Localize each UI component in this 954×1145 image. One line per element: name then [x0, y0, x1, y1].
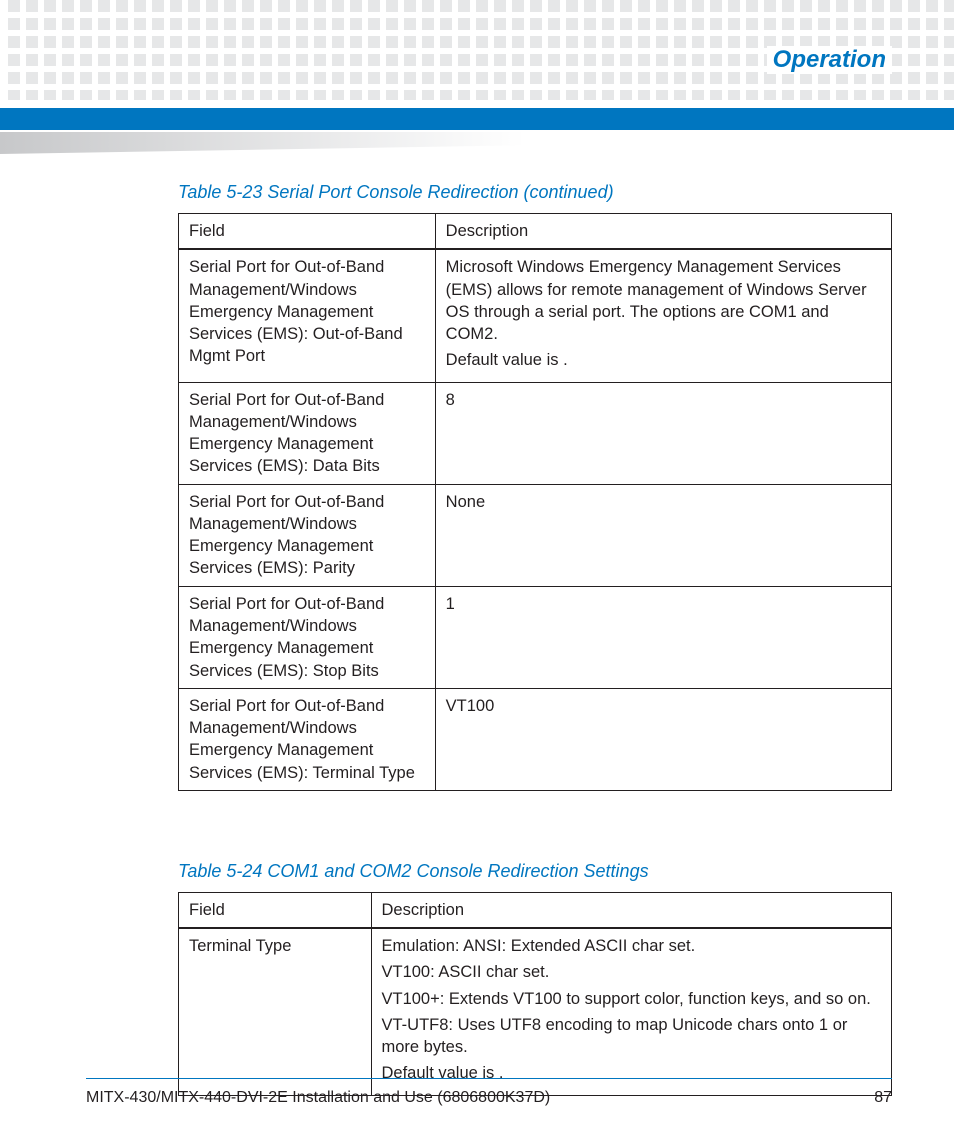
description-paragraph: 8: [446, 389, 881, 411]
header-gradient-wedge: [0, 132, 954, 154]
table-5-23: Field Description Serial Port for Out-of…: [178, 213, 892, 791]
col-desc-header: Description: [371, 892, 892, 928]
table-5-24: Field Description Terminal Type Emulation…: [178, 892, 892, 1096]
description-cell: None: [435, 484, 891, 586]
description-paragraph: VT-UTF8: Uses UTF8 encoding to map Unico…: [382, 1014, 882, 1059]
description-paragraph: None: [446, 491, 881, 513]
table-header-row: Field Description: [179, 214, 892, 250]
description-paragraph: Emulation: ANSI: Extended ASCII char set…: [382, 935, 882, 957]
table-header-row: Field Description: [179, 892, 892, 928]
table-row: Serial Port for Out-of-Band Management/W…: [179, 586, 892, 688]
description-cell: Microsoft Windows Emergency Management S…: [435, 249, 891, 382]
table-row: Serial Port for Out-of-Band Management/W…: [179, 688, 892, 790]
table-row: Serial Port for Out-of-Band Management/W…: [179, 382, 892, 484]
footer-page-number: 87: [874, 1089, 892, 1107]
page-content: Table 5-23 Serial Port Console Redirecti…: [178, 182, 892, 1096]
field-cell: Serial Port for Out-of-Band Management/W…: [179, 382, 436, 484]
description-paragraph: VT100: [446, 695, 881, 717]
col-field-header: Field: [179, 892, 372, 928]
description-paragraph: Default value is .: [446, 349, 881, 371]
col-field-header: Field: [179, 214, 436, 250]
description-paragraph: Microsoft Windows Emergency Management S…: [446, 256, 881, 345]
field-cell: Serial Port for Out-of-Band Management/W…: [179, 249, 436, 382]
field-cell: Serial Port for Out-of-Band Management/W…: [179, 586, 436, 688]
page-footer: MITX-430/MITX-440-DVI-2E Installation an…: [86, 1078, 892, 1107]
description-cell: VT100: [435, 688, 891, 790]
header-blue-bar: [0, 108, 954, 130]
description-cell: 8: [435, 382, 891, 484]
description-paragraph: VT100: ASCII char set.: [382, 961, 882, 983]
table-row: Serial Port for Out-of-Band Management/W…: [179, 484, 892, 586]
section-title: Operation: [767, 46, 892, 74]
table-row: Terminal Type Emulation: ANSI: Extended A…: [179, 928, 892, 1095]
description-paragraph: 1: [446, 593, 881, 615]
field-cell: Serial Port for Out-of-Band Management/W…: [179, 688, 436, 790]
footer-doc-title: MITX-430/MITX-440-DVI-2E Installation an…: [86, 1089, 550, 1107]
description-cell: 1: [435, 586, 891, 688]
table-5-24-caption: Table 5-24 COM1 and COM2 Console Redirec…: [178, 861, 892, 882]
table-5-23-caption: Table 5-23 Serial Port Console Redirecti…: [178, 182, 892, 203]
description-paragraph: VT100+: Extends VT100 to support color, …: [382, 988, 882, 1010]
description-cell: Emulation: ANSI: Extended ASCII char set…: [371, 928, 892, 1095]
field-cell: Terminal Type: [179, 928, 372, 1095]
field-cell: Serial Port for Out-of-Band Management/W…: [179, 484, 436, 586]
table-row: Serial Port for Out-of-Band Management/W…: [179, 249, 892, 382]
col-desc-header: Description: [435, 214, 891, 250]
